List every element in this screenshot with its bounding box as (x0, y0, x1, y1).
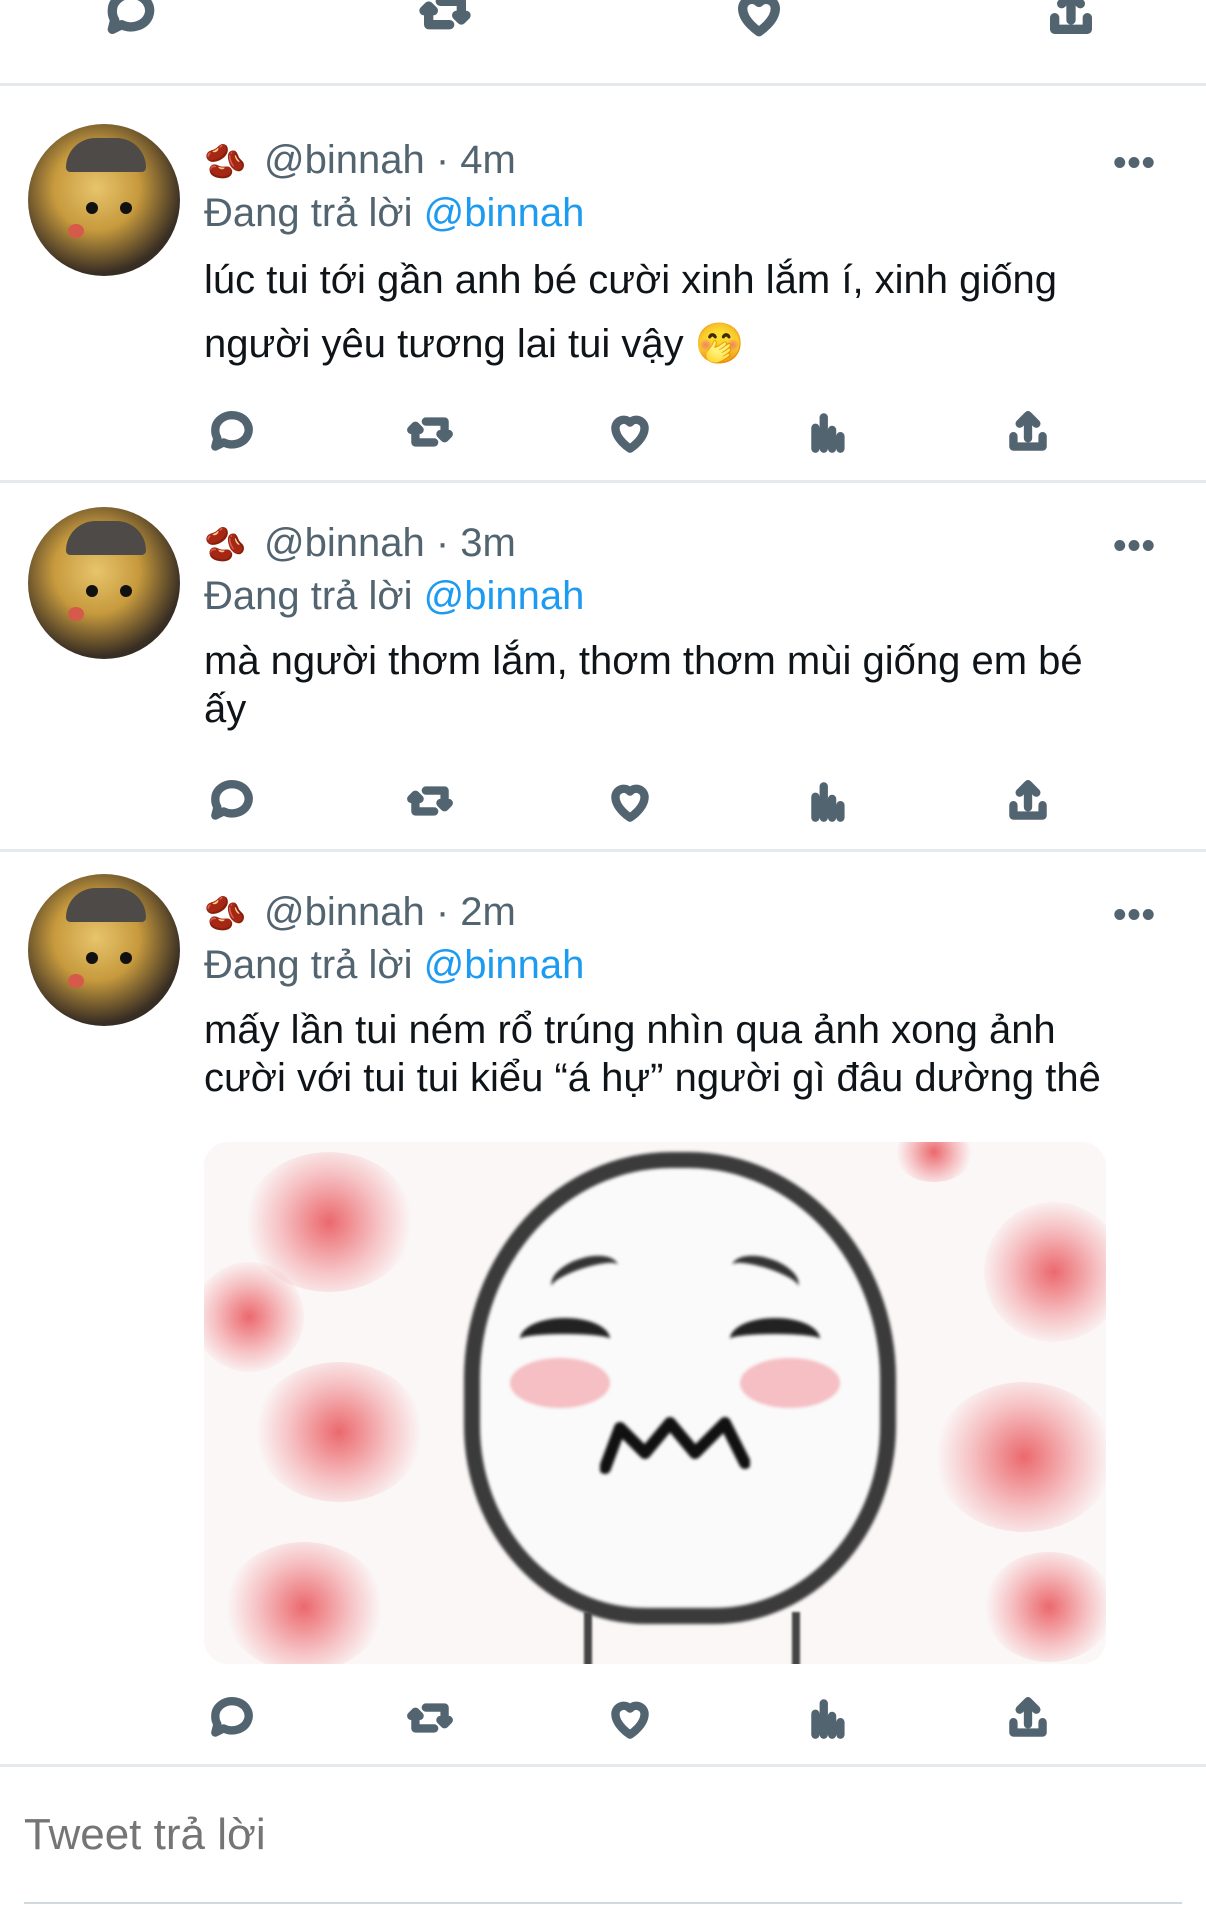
heart-decoration (984, 1552, 1106, 1662)
tweet[interactable]: 🫘 @binnah · 4m ••• Đang trả lời @binnah l… (0, 86, 1206, 483)
heart-icon[interactable] (600, 402, 660, 462)
retweet-icon[interactable] (400, 1688, 460, 1748)
heart-decoration (204, 1262, 304, 1372)
user-handle[interactable]: @binnah (264, 138, 425, 182)
tweet[interactable]: 🫘 @binnah · 3m ••• Đang trả lời @binnah m… (0, 483, 1206, 852)
comment-icon[interactable] (96, 0, 166, 48)
share-icon[interactable] (998, 1688, 1058, 1748)
bean-emoji-icon: 🫘 (204, 895, 247, 933)
heart-icon[interactable] (600, 1688, 660, 1748)
user-handle[interactable]: @binnah (264, 890, 425, 934)
mention-link[interactable]: @binnah (424, 191, 585, 235)
more-options-icon[interactable]: ••• (1113, 894, 1156, 937)
more-options-icon[interactable]: ••• (1113, 142, 1156, 185)
analytics-icon[interactable] (800, 1688, 860, 1748)
tweet-header: 🫘 @binnah · 3m (204, 521, 516, 565)
comment-icon[interactable] (202, 402, 262, 462)
retweet-icon[interactable] (400, 402, 460, 462)
avatar[interactable] (28, 124, 180, 276)
bean-emoji-icon: 🫘 (204, 143, 247, 181)
heart-decoration (224, 1542, 384, 1664)
tweet-actions (204, 771, 1104, 831)
user-handle[interactable]: @binnah (264, 521, 425, 565)
retweet-icon[interactable] (410, 0, 480, 48)
tweet-text: mấy lần tui ném rổ trúng nhìn qua ảnh xo… (204, 1008, 1101, 1100)
tweet-text: mà người thơm lắm, thơm thơm mùi giống e… (204, 639, 1083, 731)
reply-composer (0, 1764, 1206, 1904)
analytics-icon[interactable] (800, 402, 860, 462)
mention-link[interactable]: @binnah (424, 574, 585, 618)
avatar[interactable] (28, 874, 180, 1026)
replying-to: Đang trả lời @binnah (204, 191, 585, 235)
tweet-text: lúc tui tới gần anh bé cười xinh lắm í, … (204, 258, 1058, 366)
share-icon[interactable] (998, 771, 1058, 831)
heart-decoration (934, 1382, 1106, 1532)
tweet-header: 🫘 @binnah · 4m (204, 138, 516, 182)
analytics-icon[interactable] (800, 771, 860, 831)
heart-icon[interactable] (724, 0, 794, 48)
previous-tweet-actions (0, 0, 1206, 86)
tweet-time: 3m (460, 521, 516, 565)
heart-icon[interactable] (600, 771, 660, 831)
tweet-time: 2m (460, 890, 516, 934)
mention-link[interactable]: @binnah (424, 943, 585, 987)
tweet-actions (204, 1688, 1104, 1748)
meme-body (584, 1612, 800, 1664)
replying-to: Đang trả lời @binnah (204, 943, 585, 987)
bean-emoji-icon: 🫘 (204, 526, 247, 564)
meme-face (464, 1152, 896, 1624)
share-icon[interactable] (998, 402, 1058, 462)
comment-icon[interactable] (202, 1688, 262, 1748)
heart-decoration (984, 1202, 1106, 1342)
retweet-icon[interactable] (400, 771, 460, 831)
tweet-time: 4m (460, 138, 516, 182)
heart-decoration (894, 1142, 974, 1182)
tweet-image[interactable] (204, 1142, 1106, 1664)
comment-icon[interactable] (202, 771, 262, 831)
reply-input[interactable] (24, 1810, 1024, 1860)
tweet-actions (204, 402, 1104, 462)
avatar[interactable] (28, 507, 180, 659)
tweet-header: 🫘 @binnah · 2m (204, 890, 516, 934)
more-options-icon[interactable]: ••• (1113, 525, 1156, 568)
share-icon[interactable] (1036, 0, 1106, 48)
divider (24, 1902, 1182, 1904)
heart-decoration (254, 1362, 424, 1502)
replying-to: Đang trả lời @binnah (204, 574, 585, 618)
